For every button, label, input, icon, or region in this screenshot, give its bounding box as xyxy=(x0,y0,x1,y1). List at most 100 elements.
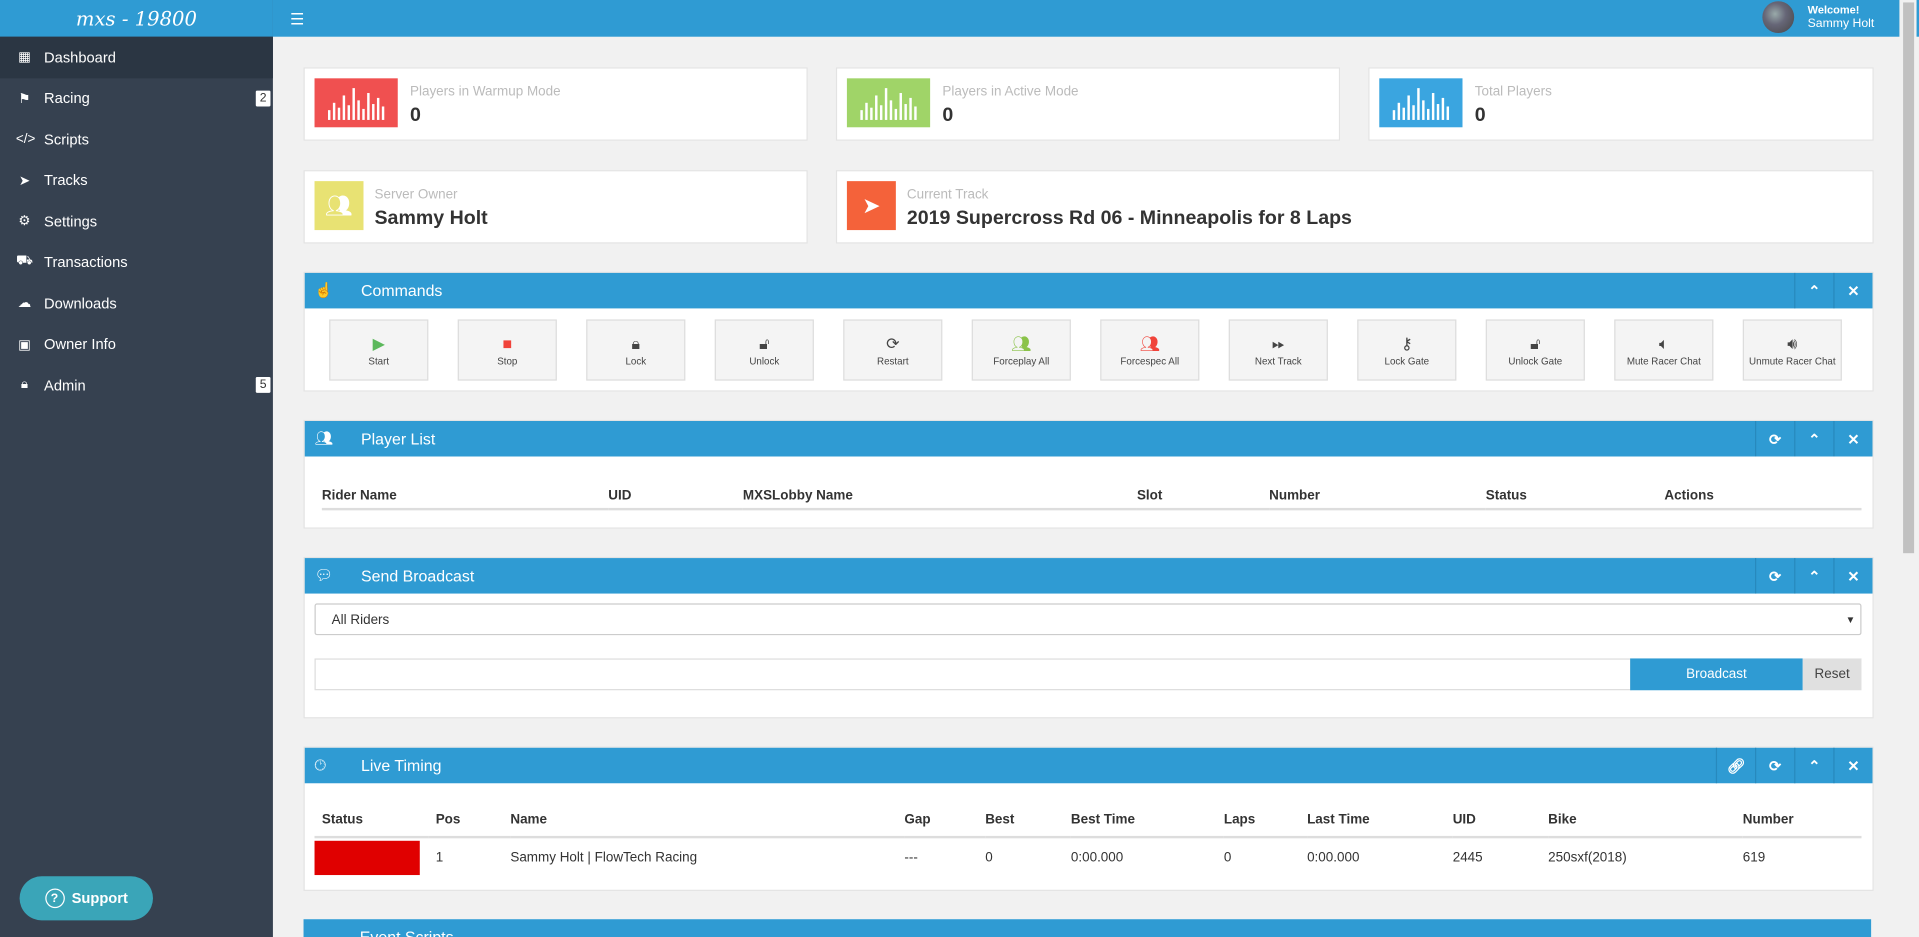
button-label: Next Track xyxy=(1254,355,1302,367)
sidebar-item-downloads[interactable]: ☁ Downloads xyxy=(0,283,273,324)
unmute-racer-chat-button[interactable]: 🔊︎ Unmute Racer Chat xyxy=(1742,319,1842,381)
button-label: Mute Racer Chat xyxy=(1626,355,1701,367)
sidebar-item-tracks[interactable]: ➤ Tracks xyxy=(0,160,273,201)
hand-pointer-icon: ☝ xyxy=(314,281,333,299)
column-header[interactable]: Best xyxy=(985,804,1071,837)
unlock-gate-button[interactable]: 🔓︎ Unlock Gate xyxy=(1485,319,1585,381)
column-header[interactable]: Best Time xyxy=(1071,804,1224,837)
volume-off-icon: 🔈︎ xyxy=(1659,333,1669,352)
close-button[interactable]: ✕ xyxy=(1833,558,1872,594)
key-icon: ⚷ xyxy=(1400,333,1413,352)
broadcast-message-input[interactable] xyxy=(314,658,1632,691)
column-header[interactable]: Bike xyxy=(1548,804,1743,837)
column-header[interactable]: Gap xyxy=(904,804,985,837)
stop-icon: ■ xyxy=(502,333,513,352)
brand-logo[interactable]: mxs - 19800 xyxy=(0,0,273,37)
column-header[interactable]: Pos xyxy=(428,804,510,837)
close-button[interactable]: ✕ xyxy=(1833,272,1872,309)
panel-header: 🕐︎ Live Timing 🔗︎ ⟳ ⌃ ✕ xyxy=(304,747,1873,784)
next-track-button[interactable]: ⏩︎ Next Track xyxy=(1228,319,1328,381)
sidebar-item-transactions[interactable]: ⛟ Transactions xyxy=(0,242,273,283)
broadcast-target-select[interactable]: All Riders ▼ xyxy=(314,603,1862,636)
unlock-button[interactable]: 🔓︎ Unlock xyxy=(714,319,814,381)
users-icon: 👥︎ xyxy=(1011,333,1032,352)
refresh-button[interactable]: ⟳ xyxy=(1755,558,1794,594)
unlock-icon: 🔓︎ xyxy=(759,333,770,352)
column-header[interactable]: Last Time xyxy=(1307,804,1453,837)
broadcast-button[interactable]: Broadcast xyxy=(1630,658,1803,691)
refresh-button[interactable]: ⟳ xyxy=(1755,747,1794,784)
fast-forward-icon: ⏩︎ xyxy=(1271,333,1285,352)
column-header[interactable]: Number xyxy=(1743,804,1862,837)
forceplay-all-button[interactable]: 👥︎ Forceplay All xyxy=(971,319,1071,381)
top-bar: ☰ Welcome! Sammy Holt xyxy=(272,0,1919,37)
broadcast-panel: 💬︎ Send Broadcast ⟳ ⌃ ✕ All Riders ▼ Bro… xyxy=(303,556,1874,719)
stat-label: Server Owner xyxy=(374,187,458,202)
sidebar-item-label: Admin xyxy=(44,376,86,394)
close-button[interactable]: ✕ xyxy=(1833,747,1872,784)
collapse-button[interactable]: ⌃ xyxy=(1794,421,1833,457)
count-badge: 2 xyxy=(255,90,271,107)
sidebar-item-scripts[interactable]: </> Scripts xyxy=(0,119,273,160)
server-owner-card: 👥︎ Server Owner Sammy Holt xyxy=(303,170,808,244)
lock-button[interactable]: 🔒︎ Lock xyxy=(586,319,686,381)
lock-icon: 🔒︎ xyxy=(20,377,29,392)
column-header[interactable]: Name xyxy=(510,804,904,837)
lock-icon: 🔒︎ xyxy=(631,333,641,352)
user-menu[interactable]: Welcome! Sammy Holt xyxy=(1808,4,1875,31)
stat-value: 0 xyxy=(1474,105,1486,127)
chevron-down-icon: ▼ xyxy=(1845,614,1856,626)
last-time-cell: 0:00.000 xyxy=(1307,849,1360,865)
scrollbar[interactable] xyxy=(1899,0,1917,937)
uid-cell: 2445 xyxy=(1452,849,1483,865)
gear-icon: ⚙ xyxy=(18,214,31,230)
stop-button[interactable]: ■ Stop xyxy=(457,319,557,381)
sidebar-item-settings[interactable]: ⚙ Settings xyxy=(0,201,273,242)
link-button[interactable]: 🔗︎ xyxy=(1715,747,1755,784)
stat-total: Total Players 0 xyxy=(1368,67,1874,141)
sidebar-item-racing[interactable]: ⚑ Racing 2 xyxy=(0,78,273,119)
panel-header: Event Scripts xyxy=(303,919,1872,937)
column-header[interactable]: Number xyxy=(1269,482,1486,509)
collapse-button[interactable]: ⌃ xyxy=(1794,272,1833,309)
forcespec-all-button[interactable]: 👥︎ Forcespec All xyxy=(1100,319,1200,381)
support-button[interactable]: ? Support xyxy=(19,876,153,921)
collapse-button[interactable]: ⌃ xyxy=(1794,558,1833,594)
column-header[interactable]: MXSLobby Name xyxy=(743,482,1137,509)
column-header[interactable]: UID xyxy=(608,482,743,509)
sidebar-item-label: Tracks xyxy=(44,171,88,189)
menu-toggle-icon[interactable]: ☰ xyxy=(290,10,304,30)
close-button[interactable]: ✕ xyxy=(1833,421,1872,457)
sidebar-item-label: Racing xyxy=(44,89,90,107)
unlock-icon: 🔓︎ xyxy=(1530,333,1541,352)
start-button[interactable]: ▶ Start xyxy=(329,319,429,381)
column-header[interactable]: Rider Name xyxy=(322,482,608,509)
column-header[interactable]: Slot xyxy=(1137,482,1269,509)
avatar[interactable] xyxy=(1762,1,1795,34)
name-cell: Sammy Holt | FlowTech Racing xyxy=(510,849,698,865)
column-header[interactable]: UID xyxy=(1453,804,1548,837)
clock-icon: 🕐︎ xyxy=(314,756,327,774)
column-header[interactable]: Laps xyxy=(1224,804,1307,837)
refresh-button[interactable]: ⟳ xyxy=(1755,421,1794,457)
sidebar-item-owner-info[interactable]: ▣ Owner Info xyxy=(0,324,273,365)
column-header[interactable]: Status xyxy=(1486,482,1665,509)
collapse-button[interactable]: ⌃ xyxy=(1794,747,1833,784)
sidebar-item-admin[interactable]: 🔒︎ Admin 5 xyxy=(0,365,273,406)
scrollbar-thumb[interactable] xyxy=(1903,2,1915,554)
stat-active: Players in Active Mode 0 xyxy=(835,67,1341,141)
button-label: Unlock Gate xyxy=(1508,355,1563,367)
column-header[interactable]: Status xyxy=(315,804,429,837)
users-icon: 👥︎ xyxy=(314,429,334,447)
sidebar-item-dashboard[interactable]: ▦ Dashboard xyxy=(0,36,273,78)
user-name: Sammy Holt xyxy=(1807,17,1875,31)
stat-warmup: Players in Warmup Mode 0 xyxy=(303,67,808,141)
bar-chart-icon xyxy=(846,78,931,128)
reset-button[interactable]: Reset xyxy=(1802,658,1862,691)
restart-button[interactable]: ⟳ Restart xyxy=(843,319,943,381)
lock-gate-button[interactable]: ⚷ Lock Gate xyxy=(1357,319,1457,381)
stat-value: 0 xyxy=(942,105,954,127)
bike-cell: 250sxf(2018) xyxy=(1548,849,1627,865)
column-header[interactable]: Actions xyxy=(1664,482,1861,509)
mute-racer-chat-button[interactable]: 🔈︎ Mute Racer Chat xyxy=(1614,319,1714,381)
